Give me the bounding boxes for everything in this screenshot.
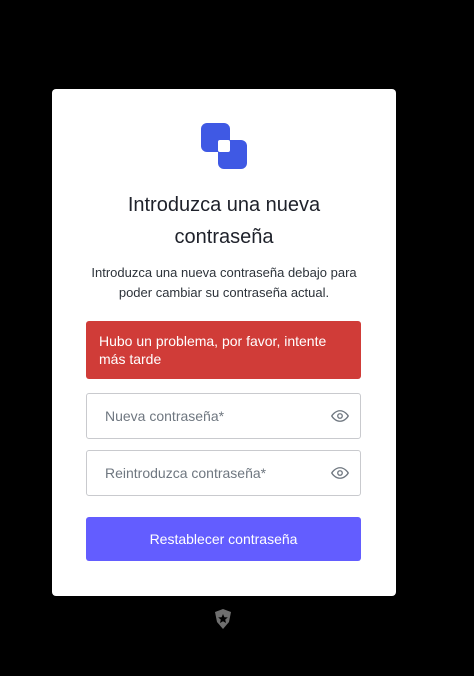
confirm-password-field[interactable] [86, 450, 361, 496]
new-password-input[interactable] [87, 394, 317, 438]
app-logo-icon [201, 123, 247, 169]
reset-password-button[interactable]: Restablecer contraseña [86, 517, 361, 561]
reset-password-card: Introduzca una nueva contraseña Introduz… [52, 89, 396, 596]
auth0-shield-icon [215, 609, 231, 629]
confirm-password-input[interactable] [87, 451, 317, 495]
page-subtitle: Introduzca una nueva contraseña debajo p… [91, 265, 357, 300]
eye-icon[interactable] [330, 407, 350, 425]
error-alert: Hubo un problema, por favor, intente más… [86, 321, 361, 379]
eye-icon[interactable] [330, 464, 350, 482]
new-password-field[interactable] [86, 393, 361, 439]
page-title: Introduzca una nueva contraseña [127, 194, 321, 248]
